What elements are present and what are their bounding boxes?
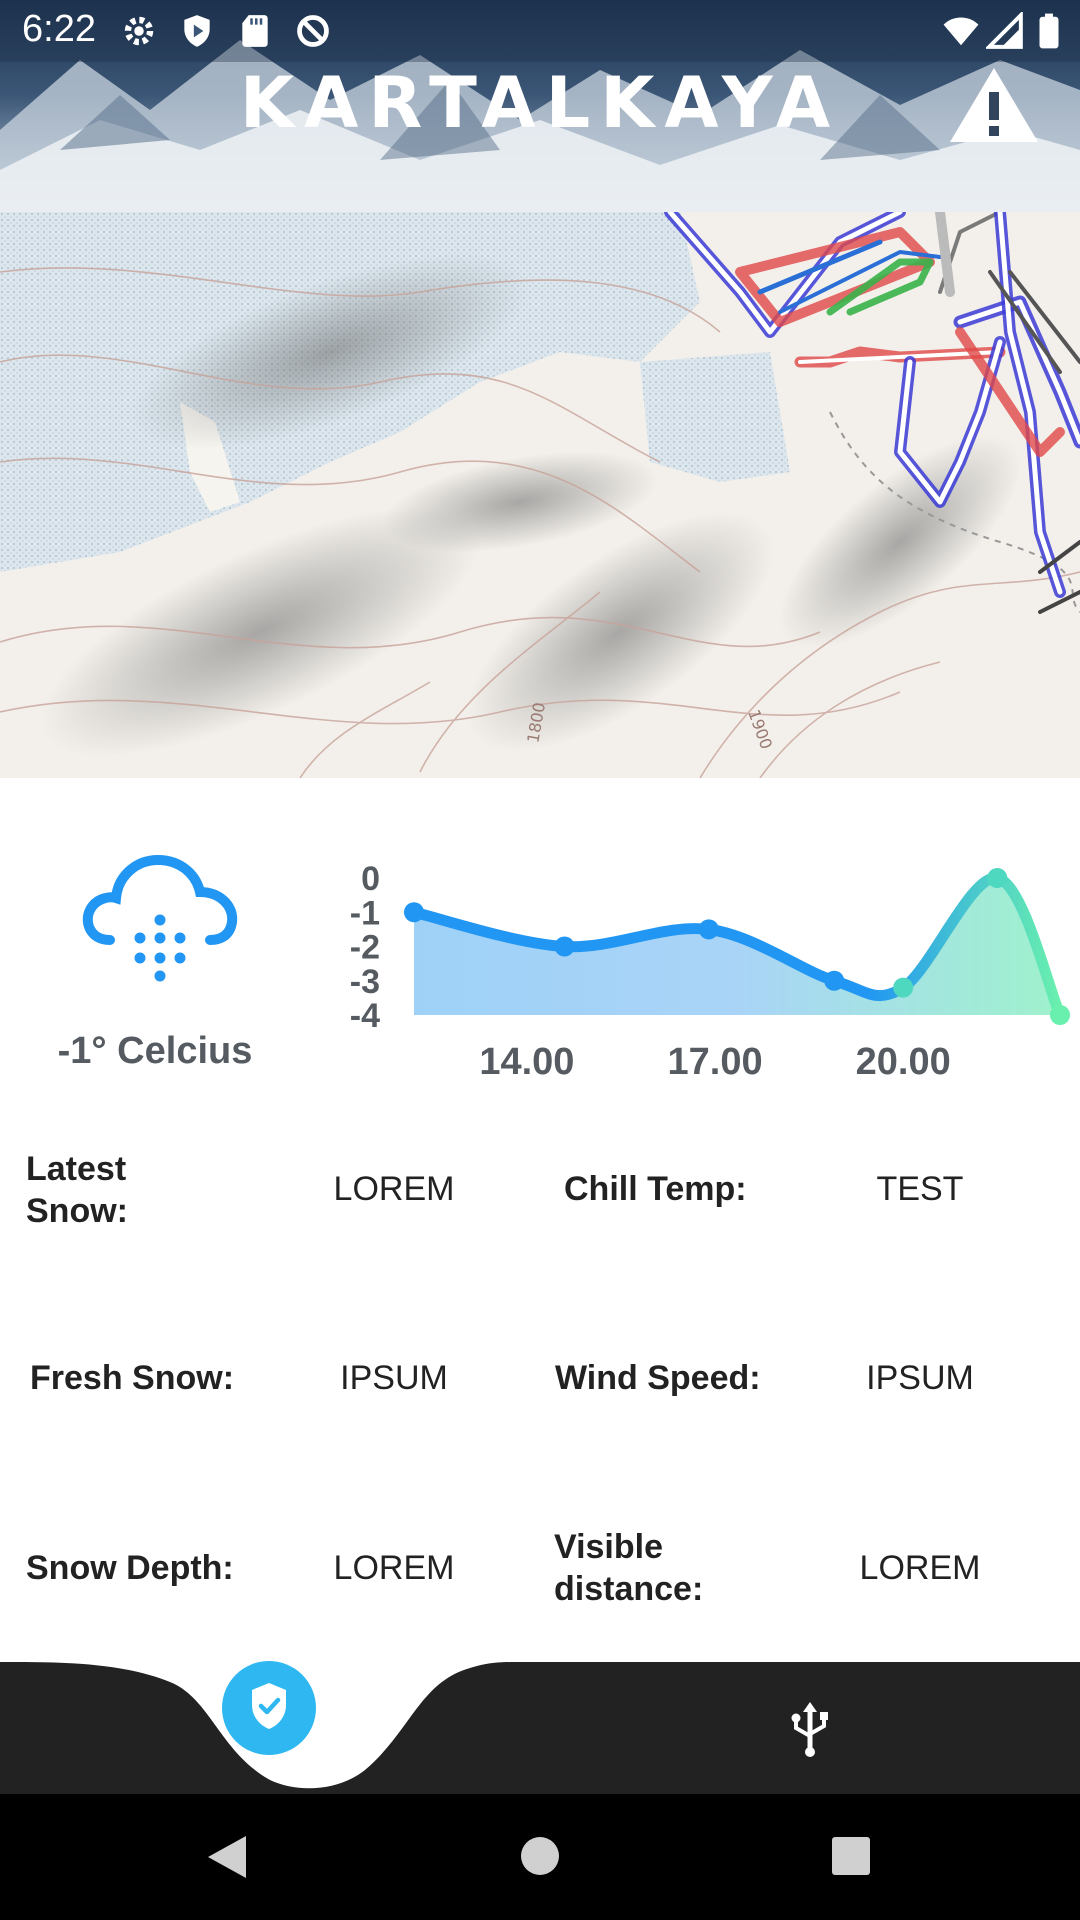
chart-point <box>1050 1005 1070 1025</box>
page-title: KARTALKAYA <box>239 62 841 144</box>
chart-point <box>987 868 1008 888</box>
battery-icon <box>1039 13 1059 49</box>
bottom-navigation <box>0 1662 1080 1794</box>
wifi-icon <box>943 17 979 46</box>
latest-snow-label: Latest Snow: <box>26 1150 128 1230</box>
app-header: 6:22 KARTALKAYA <box>0 0 1080 212</box>
shield-play-icon <box>184 15 210 47</box>
chill-temp-value: TEST <box>876 1170 964 1208</box>
x-tick-label: 14.00 <box>479 1041 574 1083</box>
chart-point <box>698 919 719 940</box>
wind-speed-label: Wind Speed: <box>555 1359 761 1397</box>
temperature-chart: 0-1-2-3-4 14.00 17.00 20.00 <box>350 860 1070 1083</box>
visible-distance-value: LOREM <box>859 1549 981 1587</box>
recents-icon[interactable] <box>831 1836 871 1876</box>
system-navigation-bar <box>0 1794 1080 1920</box>
status-bar: 6:22 <box>0 0 1080 62</box>
temperature-label: -1° Celcius <box>57 1030 253 1072</box>
y-tick-label: 0 <box>361 860 380 898</box>
x-tick-label: 20.00 <box>856 1041 951 1083</box>
topographic-map[interactable]: 1800 1900 <box>0 212 1080 778</box>
status-time: 6:22 <box>22 8 96 50</box>
home-icon[interactable] <box>520 1836 560 1876</box>
chart-point <box>404 902 424 923</box>
data-saver-icon <box>297 15 329 47</box>
snow-depth-label: Snow Depth: <box>26 1549 234 1587</box>
warning-icon[interactable] <box>948 64 1040 146</box>
usb-icon[interactable] <box>786 1702 834 1758</box>
y-tick-label: -1 <box>350 894 380 932</box>
ski-map[interactable]: 1800 1900 <box>0 212 1080 778</box>
chart-point <box>554 936 575 957</box>
nav-item-safety[interactable] <box>222 1661 316 1755</box>
snow-cloud-icon <box>82 854 238 982</box>
signal-icon <box>986 12 1023 49</box>
chart-point <box>893 977 914 998</box>
y-tick-label: -3 <box>350 963 380 1001</box>
verified-shield-icon <box>252 1683 286 1729</box>
y-tick-label: -2 <box>350 929 380 967</box>
y-tick-label: -4 <box>350 997 380 1035</box>
fresh-snow-label: Fresh Snow: <box>30 1359 235 1397</box>
back-icon[interactable] <box>206 1834 248 1880</box>
sd-card-icon <box>242 15 268 47</box>
settings-icon <box>124 16 154 46</box>
chart-point <box>824 970 845 991</box>
chill-temp-label: Chill Temp: <box>564 1170 747 1208</box>
wind-speed-value: IPSUM <box>866 1359 974 1397</box>
visible-distance-label: Visible distance: <box>554 1528 704 1608</box>
x-tick-label: 17.00 <box>668 1041 763 1083</box>
fresh-snow-value: IPSUM <box>340 1359 448 1397</box>
latest-snow-value: LOREM <box>333 1170 455 1208</box>
snow-depth-value: LOREM <box>333 1549 455 1587</box>
